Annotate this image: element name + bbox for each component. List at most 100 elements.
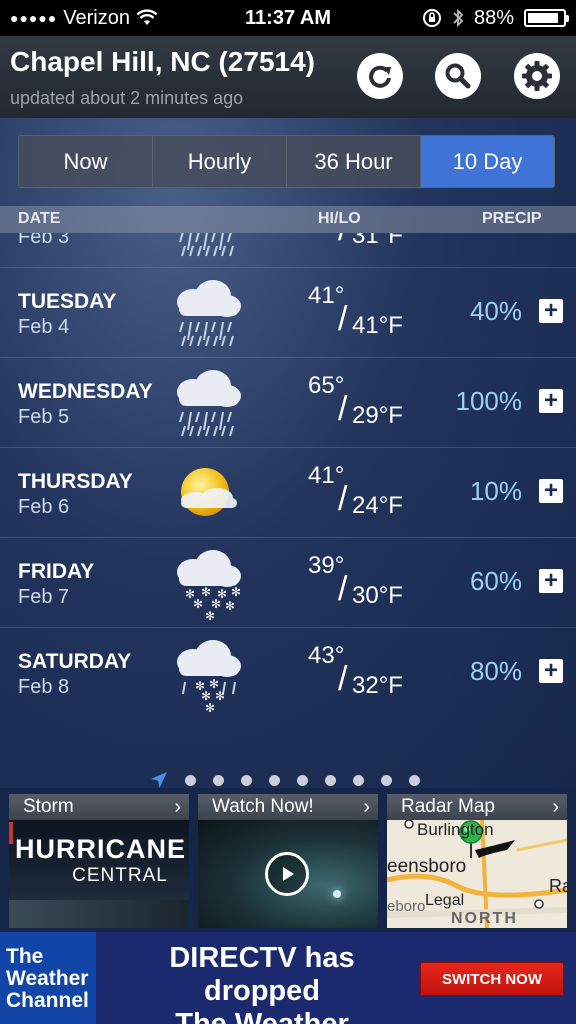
forecast-row[interactable]: FRIDAY Feb 7 ✻ ✻ ✻ ✻ ✻ ✻ ✻ ✻ 39°/30°F 60% + [0, 538, 576, 628]
col-date: DATE [18, 210, 61, 227]
page-dot [325, 774, 336, 786]
svg-text:✻: ✻ [225, 599, 235, 613]
expand-plus-icon[interactable]: + [539, 389, 563, 413]
low-temp: 29°F [352, 402, 403, 429]
precip-chance: 10% [469, 476, 522, 506]
forecast-row[interactable]: MONDAYFeb 3/31°F60%+ [0, 233, 576, 268]
wifi-icon [136, 9, 158, 25]
card-caption-line1: HURRICANE [15, 834, 186, 864]
precip-chance: 60% [469, 566, 522, 596]
last-updated: updated about 2 minutes ago [10, 88, 244, 108]
page-dot [353, 774, 364, 786]
map-label: Legal [425, 892, 465, 909]
precip-chance: 40% [469, 296, 522, 326]
forecast-panel: Now Hourly 36 Hour 10 Day DATE HI/LO PRE… [0, 118, 576, 788]
hilo-divider: / [338, 480, 348, 518]
status-bar: ●●●●● Verizon 11:37 AM 88% [0, 0, 576, 36]
card-title-radar: Radar Map [401, 796, 495, 817]
hilo-divider: / [338, 390, 348, 428]
card-storm[interactable]: Storm › HURRICANE CENTRAL [9, 794, 189, 928]
rain-icon [165, 366, 245, 442]
search-button[interactable] [435, 53, 481, 99]
hilo-divider: / [338, 570, 348, 608]
svg-text:✻: ✻ [205, 701, 215, 712]
expand-plus-icon[interactable]: + [539, 659, 563, 683]
hilo-divider: / [338, 660, 348, 698]
location-arrow-icon [151, 772, 167, 788]
map-label: eboro [387, 898, 426, 915]
view-tabs: Now Hourly 36 Hour 10 Day [18, 135, 555, 188]
chevron-right-icon: › [363, 796, 370, 818]
sleet-icon: ✻ ✻ ✻ ✻ ✻ [165, 636, 245, 713]
battery-icon [524, 9, 569, 27]
page-indicator[interactable] [150, 770, 420, 788]
forecast-row[interactable]: WEDNESDAY Feb 5 65°/29°F 100% + [0, 358, 576, 448]
ad-banner[interactable]: The Weather Channel DIRECTV has dropped … [0, 932, 576, 1024]
day-name: FRIDAY [18, 560, 95, 583]
day-date: Feb 4 [18, 316, 70, 338]
col-hilo: HI/LO [318, 210, 361, 227]
card-title-storm: Storm [23, 796, 74, 817]
weather-channel-logo: The Weather Channel [0, 932, 96, 1024]
play-icon [283, 867, 294, 881]
play-video-button[interactable] [265, 852, 309, 896]
page-dot [269, 774, 280, 786]
forecast-row[interactable]: SATURDAY Feb 8 ✻ ✻ ✻ ✻ ✻ 43°/32°F 80% + [0, 628, 576, 713]
rain-icon [165, 233, 245, 262]
refresh-button[interactable] [357, 53, 403, 99]
partly-sunny-icon [165, 456, 245, 532]
tab-hourly[interactable]: Hourly [153, 136, 287, 187]
column-header: DATE HI/LO PRECIP [0, 206, 576, 233]
page-dot [409, 774, 420, 786]
card-radar-map[interactable]: Radar Map › Burlington eensboro Legal eb… [387, 794, 567, 928]
page-dot [381, 774, 392, 786]
ad-message: DIRECTV has dropped The Weather Channel. [112, 942, 412, 1024]
low-temp: 31°F [352, 233, 403, 249]
chevron-right-icon: › [552, 796, 559, 818]
logo-line2: Weather [6, 967, 89, 990]
expand-plus-icon[interactable]: + [539, 569, 563, 593]
tab-36-hour[interactable]: 36 Hour [287, 136, 421, 187]
hilo-divider: / [338, 233, 347, 249]
precip-chance: 100% [455, 386, 523, 416]
day-name: TUESDAY [18, 290, 117, 313]
map-label: Burlington [417, 820, 494, 839]
hilo-divider: / [338, 300, 348, 338]
hurricane-central-logo: HURRICANE CENTRAL [15, 834, 185, 887]
logo-line1: The [6, 945, 44, 968]
precip-chance: 60% [470, 233, 522, 237]
forecast-list[interactable]: MONDAYFeb 3/31°F60%+TUESDAYFeb 441°/41°F… [0, 233, 576, 713]
precip-chance: 80% [469, 656, 522, 686]
card-watch-now[interactable]: Watch Now! › [198, 794, 378, 928]
gear-icon [522, 61, 552, 91]
status-time: 11:37 AM [245, 6, 331, 29]
forecast-row[interactable]: TUESDAY Feb 4 41°/41°F 40% + [0, 268, 576, 358]
svg-text:✻: ✻ [231, 585, 241, 599]
tab-now[interactable]: Now [19, 136, 153, 187]
expand-plus-icon[interactable]: + [539, 299, 563, 323]
signal-strength: ●●●●● [10, 10, 58, 26]
expand-plus-icon[interactable]: + [539, 479, 563, 503]
feature-cards: Storm › HURRICANE CENTRAL Watch Now! › R… [0, 794, 576, 929]
switch-now-button[interactable]: SWITCH NOW [420, 962, 564, 996]
card-title-watch: Watch Now! [212, 796, 314, 817]
search-icon [445, 63, 471, 89]
carrier-name: Verizon [63, 6, 130, 29]
refresh-icon [369, 65, 391, 88]
svg-text:✻: ✻ [205, 609, 215, 622]
day-date: Feb 3 [18, 233, 70, 248]
battery-percent: 88% [473, 6, 514, 29]
col-precip: PRECIP [482, 210, 542, 227]
forecast-row[interactable]: THURSDAY Feb 6 41°/24°F 10% + [0, 448, 576, 538]
app-header: Chapel Hill, NC (27514) updated about 2 … [0, 36, 576, 118]
day-date: Feb 8 [18, 676, 70, 698]
rotation-lock-icon [422, 9, 441, 27]
settings-button[interactable] [514, 53, 560, 99]
map-label: Ra [549, 876, 567, 896]
snow-icon: ✻ ✻ ✻ ✻ ✻ ✻ ✻ ✻ [165, 546, 245, 623]
tab-10-day[interactable]: 10 Day [421, 136, 554, 187]
chevron-right-icon: › [174, 796, 181, 818]
day-name: THURSDAY [18, 470, 133, 493]
map-label: eensboro [387, 856, 467, 877]
day-date: Feb 5 [18, 406, 70, 428]
